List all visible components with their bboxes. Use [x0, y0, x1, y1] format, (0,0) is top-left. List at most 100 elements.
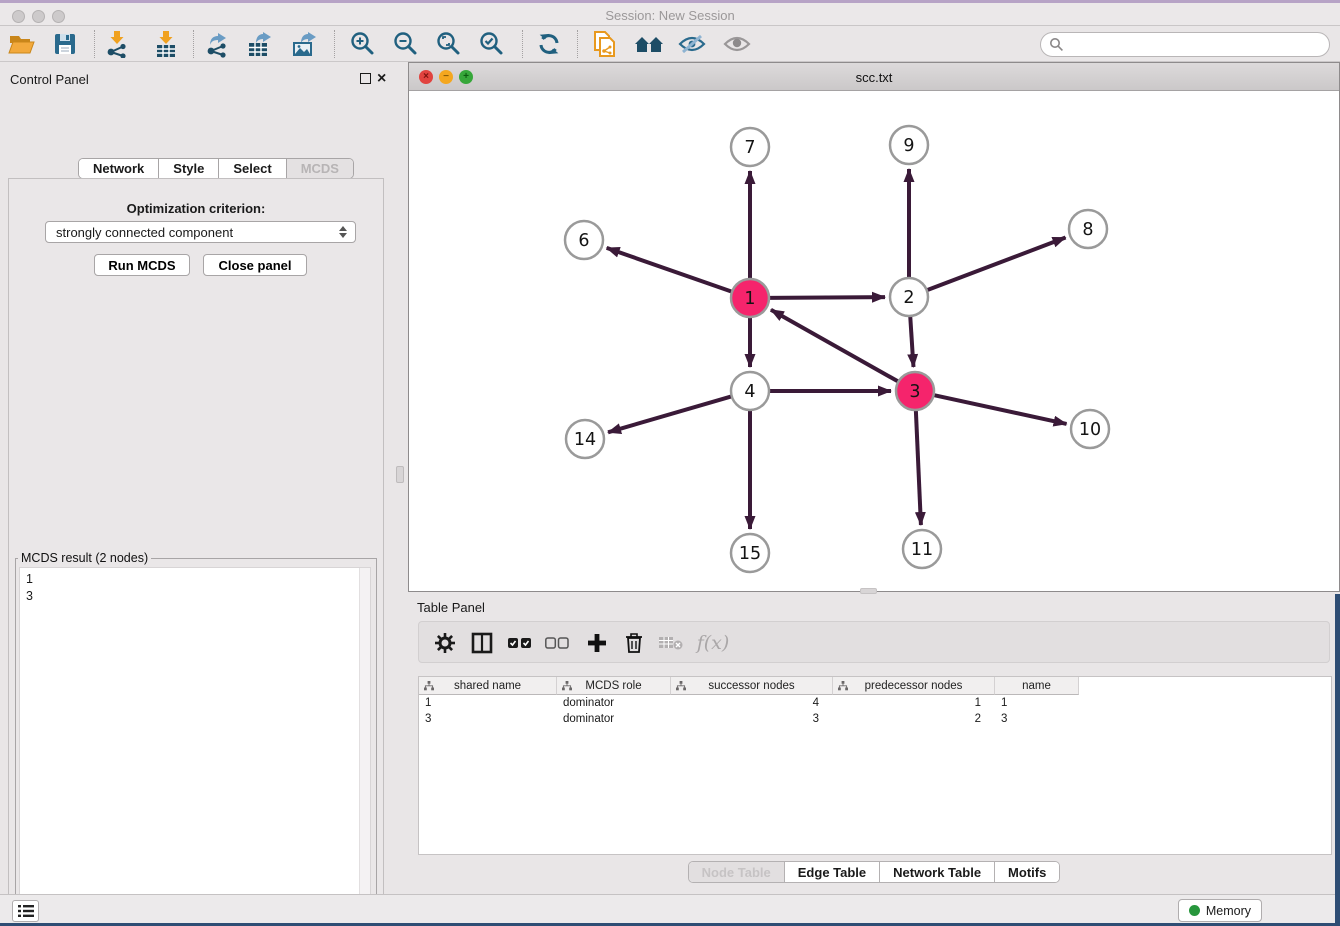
- clone-network-button[interactable]: [589, 28, 621, 60]
- zoom-in-button[interactable]: [347, 28, 379, 60]
- node-3[interactable]: 3: [896, 372, 934, 410]
- cell-name[interactable]: 1: [995, 695, 1079, 711]
- tab-motifs[interactable]: Motifs: [994, 862, 1059, 882]
- tab-mcds[interactable]: MCDS: [286, 159, 353, 178]
- edge-1-6[interactable]: [607, 248, 732, 292]
- table-panel: Table Panel ×: [408, 594, 1340, 894]
- node-2[interactable]: 2: [890, 278, 928, 316]
- dropdown-stepper-icon: [339, 226, 347, 238]
- desktop-edge: [1335, 594, 1340, 926]
- home-button[interactable]: [633, 28, 665, 60]
- zoom-in-icon: [349, 30, 377, 58]
- node-7[interactable]: 7: [731, 128, 769, 166]
- edge-4-14[interactable]: [608, 396, 732, 432]
- cell-predecessor-nodes[interactable]: 2: [833, 711, 995, 727]
- cell-MCDS-role[interactable]: dominator: [557, 695, 671, 711]
- application-window: Session: New Session: [0, 0, 1340, 926]
- select-all-columns-button[interactable]: [504, 627, 536, 659]
- result-scrollbar[interactable]: [359, 568, 370, 924]
- search-input[interactable]: [1064, 37, 1329, 52]
- clear-columns-button[interactable]: [541, 627, 573, 659]
- eye-slash-icon: [677, 32, 707, 56]
- float-panel-icon[interactable]: [360, 73, 371, 84]
- toolbar-separator: [522, 30, 523, 58]
- svg-text:4: 4: [744, 382, 755, 402]
- run-mcds-button[interactable]: Run MCDS: [94, 254, 190, 276]
- save-floppy-icon: [53, 32, 77, 56]
- refresh-button[interactable]: [533, 28, 565, 60]
- tab-style[interactable]: Style: [158, 159, 218, 178]
- export-image-button[interactable]: [290, 28, 322, 60]
- task-history-button[interactable]: [12, 900, 39, 922]
- node-1[interactable]: 1: [731, 279, 769, 317]
- vertical-splitter-grip[interactable]: [396, 466, 404, 483]
- tab-edge-table[interactable]: Edge Table: [784, 862, 879, 882]
- node-8[interactable]: 8: [1069, 210, 1107, 248]
- split-view-button[interactable]: [466, 627, 498, 659]
- delete-column-button[interactable]: [618, 627, 650, 659]
- cell-shared-name[interactable]: 1: [419, 695, 557, 711]
- tab-network[interactable]: Network: [79, 159, 158, 178]
- zoom-selected-button[interactable]: [476, 28, 508, 60]
- cell-successor-nodes[interactable]: 3: [671, 711, 833, 727]
- network-window-titlebar[interactable]: × − + scc.txt: [409, 63, 1339, 91]
- zoom-fit-button[interactable]: [433, 28, 465, 60]
- cell-MCDS-role[interactable]: dominator: [557, 711, 671, 727]
- node-10[interactable]: 10: [1071, 410, 1109, 448]
- cell-predecessor-nodes[interactable]: 1: [833, 695, 995, 711]
- svg-text:10: 10: [1079, 420, 1101, 440]
- cell-shared-name[interactable]: 3: [419, 711, 557, 727]
- export-table-button[interactable]: [246, 28, 278, 60]
- edge-2-8[interactable]: [927, 238, 1066, 291]
- edge-2-3[interactable]: [910, 316, 913, 367]
- import-table-button[interactable]: [150, 28, 182, 60]
- table-settings-button[interactable]: [429, 627, 461, 659]
- table-row[interactable]: 1dominator411: [419, 695, 1331, 711]
- node-table[interactable]: shared nameMCDS rolesuccessor nodesprede…: [418, 676, 1332, 855]
- cell-successor-nodes[interactable]: 4: [671, 695, 833, 711]
- node-11[interactable]: 11: [903, 530, 941, 568]
- mcds-result-area[interactable]: 1 3: [19, 567, 371, 925]
- column-header-MCDS-role[interactable]: MCDS role: [557, 677, 671, 695]
- edge-1-2[interactable]: [769, 297, 885, 298]
- criterion-dropdown[interactable]: strongly connected component: [45, 221, 356, 243]
- plus-icon: [587, 633, 607, 653]
- node-9[interactable]: 9: [890, 126, 928, 164]
- table-row[interactable]: 3dominator323: [419, 711, 1331, 727]
- node-4[interactable]: 4: [731, 372, 769, 410]
- add-column-button[interactable]: [581, 627, 613, 659]
- network-canvas[interactable]: 1 2 3 4 6 7 8 9 10 11 14 15: [409, 91, 1339, 591]
- memory-button[interactable]: Memory: [1178, 899, 1262, 922]
- import-network-icon: [104, 30, 130, 58]
- node-6[interactable]: 6: [565, 221, 603, 259]
- zoom-out-button[interactable]: [390, 28, 422, 60]
- svg-text:2: 2: [903, 288, 914, 308]
- close-panel-button[interactable]: Close panel: [203, 254, 307, 276]
- tab-select[interactable]: Select: [218, 159, 285, 178]
- node-14[interactable]: 14: [566, 420, 604, 458]
- tab-node-table[interactable]: Node Table: [689, 862, 784, 882]
- export-network-button[interactable]: [202, 28, 234, 60]
- table-panel-title: Table Panel: [417, 600, 485, 615]
- hide-details-button[interactable]: [676, 28, 708, 60]
- edge-3-1[interactable]: [771, 310, 899, 382]
- column-header-predecessor-nodes[interactable]: predecessor nodes: [833, 677, 995, 695]
- column-header-successor-nodes[interactable]: successor nodes: [671, 677, 833, 695]
- open-file-button[interactable]: [6, 28, 38, 60]
- search-field[interactable]: [1040, 32, 1330, 57]
- tab-network-table[interactable]: Network Table: [879, 862, 994, 882]
- cell-name[interactable]: 3: [995, 711, 1079, 727]
- toolbar-separator: [94, 30, 95, 58]
- edge-3-11[interactable]: [916, 410, 921, 525]
- edge-3-10[interactable]: [934, 395, 1067, 424]
- import-network-button[interactable]: [101, 28, 133, 60]
- column-header-shared-name[interactable]: shared name: [419, 677, 557, 695]
- save-session-button[interactable]: [49, 28, 81, 60]
- node-15[interactable]: 15: [731, 534, 769, 572]
- column-header-name[interactable]: name: [995, 677, 1079, 695]
- close-panel-icon[interactable]: ×: [377, 73, 386, 84]
- optimization-criterion-label: Optimization criterion:: [9, 201, 383, 216]
- delete-table-button-disabled: [655, 627, 687, 659]
- checked-boxes-icon: [508, 637, 532, 649]
- show-details-button[interactable]: [721, 28, 753, 60]
